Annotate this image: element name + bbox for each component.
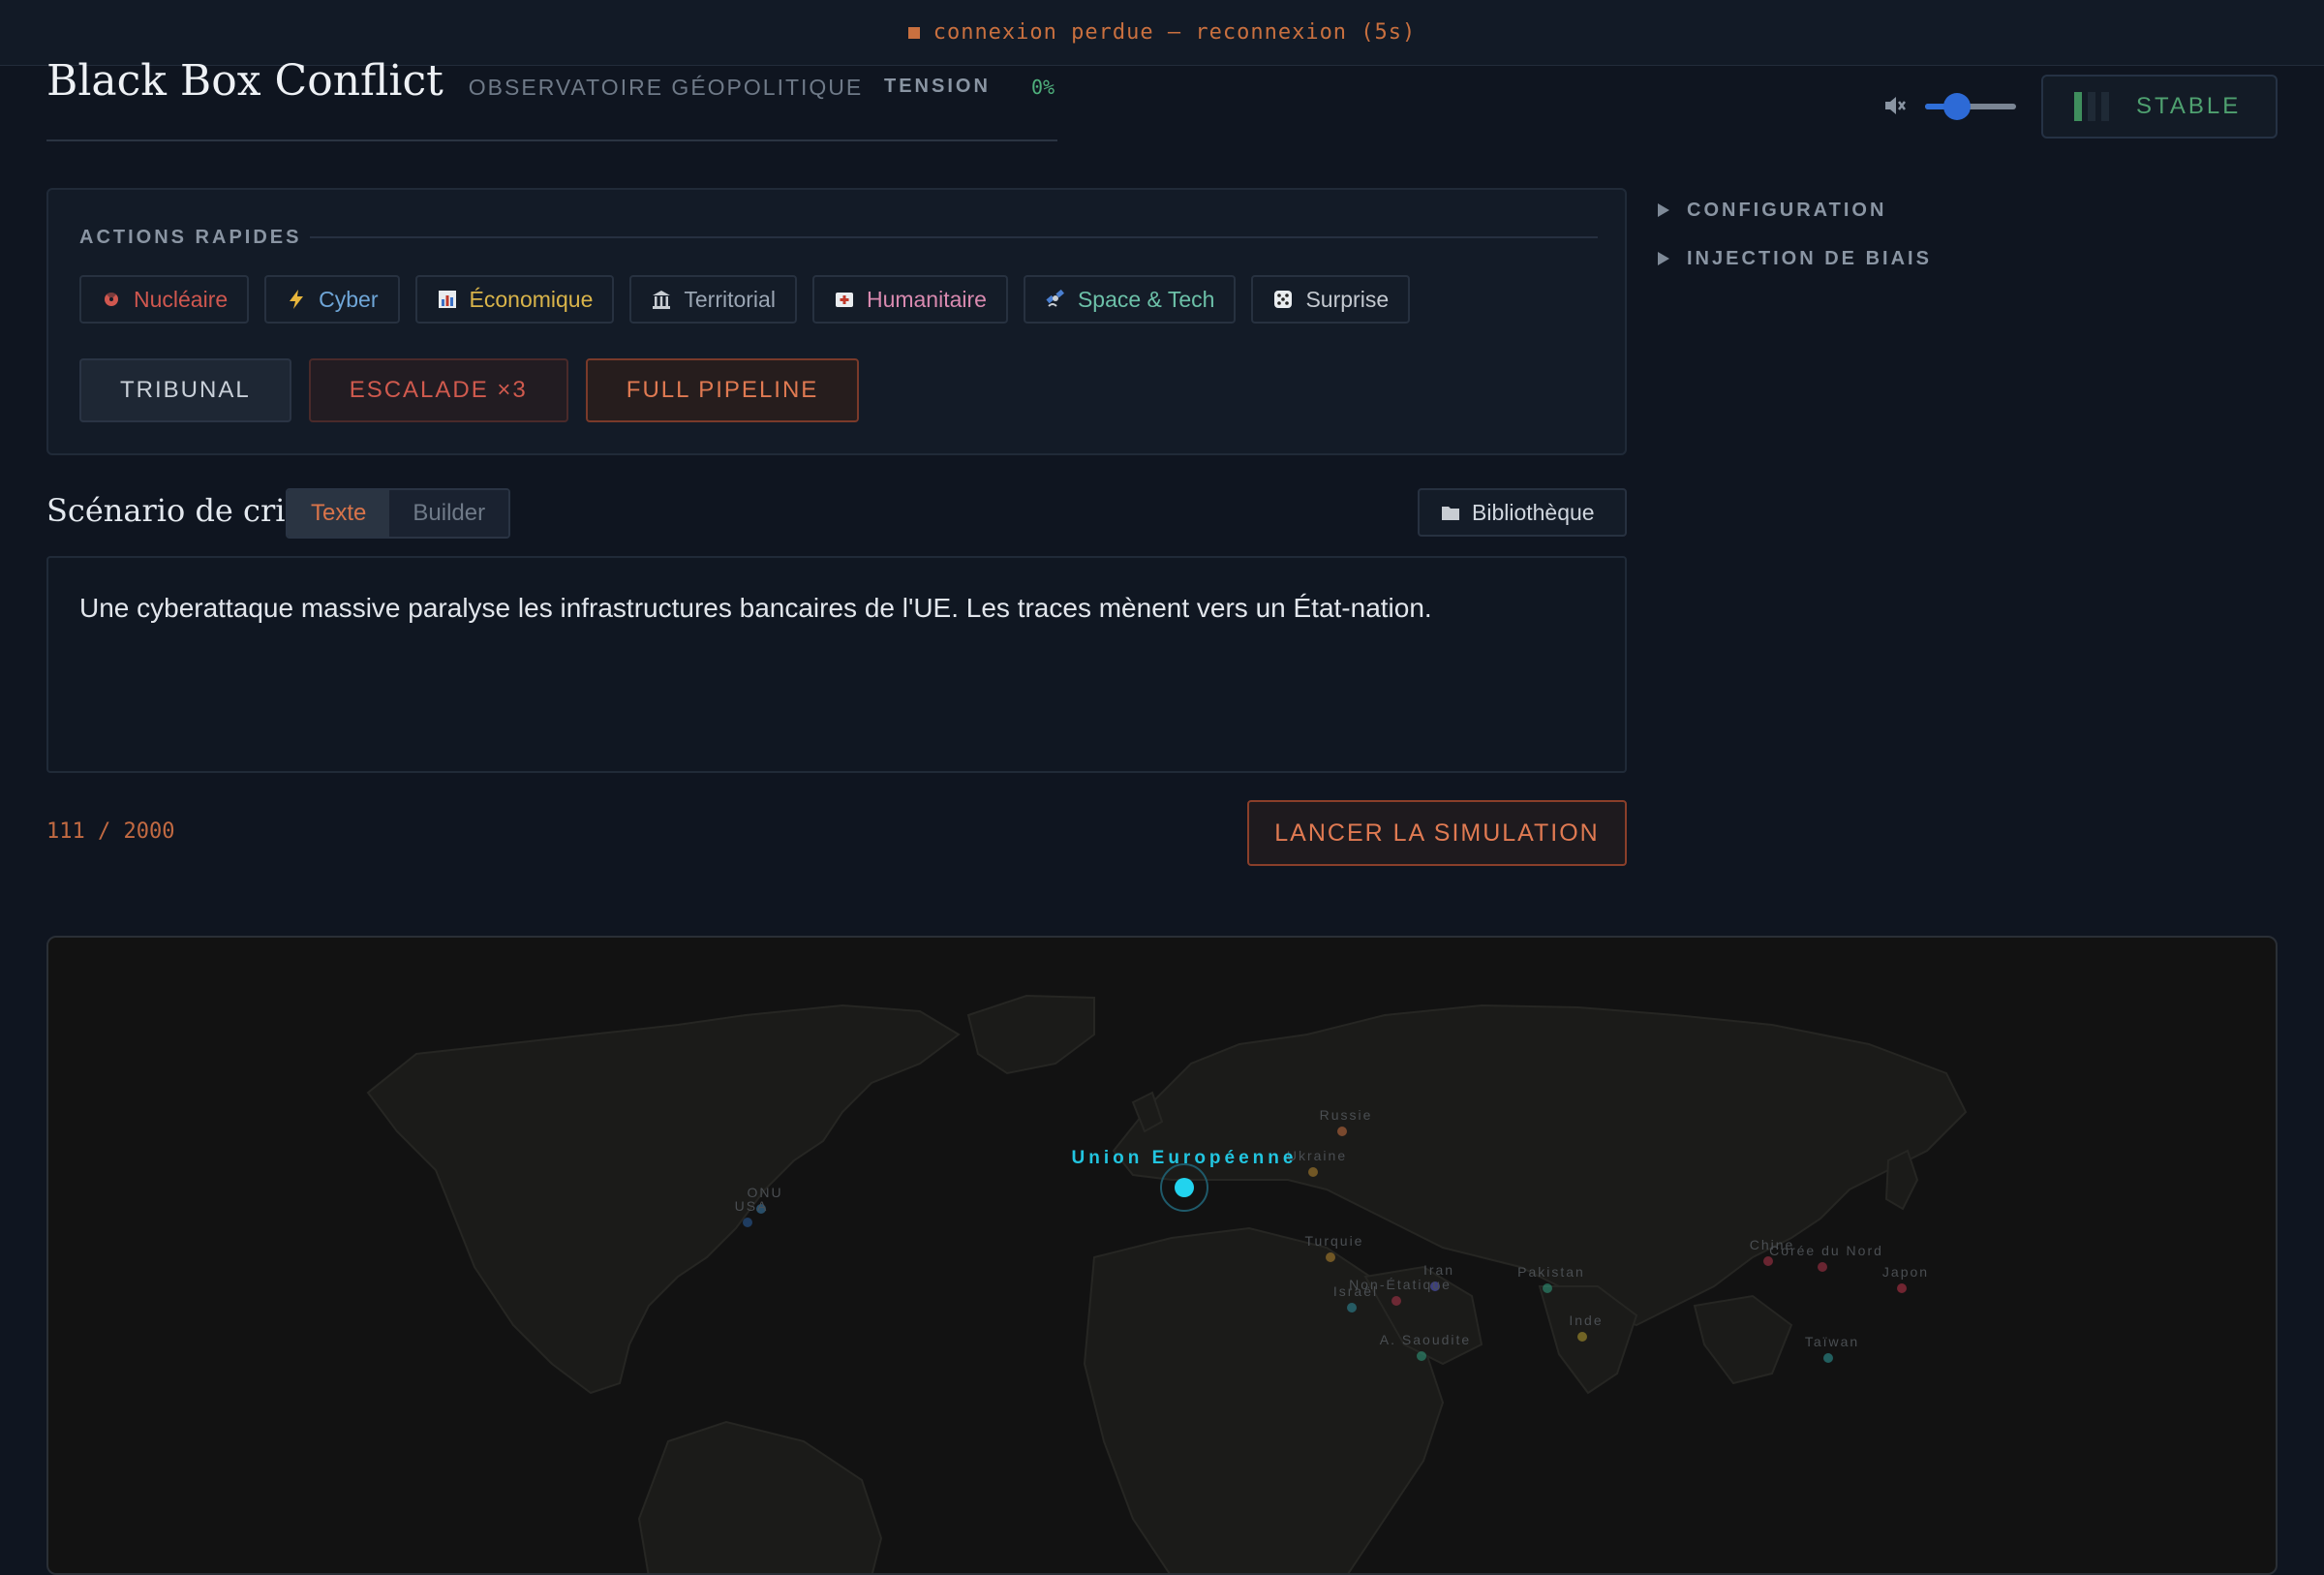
chip-label: Humanitaire bbox=[866, 286, 987, 312]
actor-marker[interactable] bbox=[1347, 1303, 1357, 1312]
tab-text[interactable]: Texte bbox=[288, 490, 390, 537]
launch-simulation-button[interactable]: LANCER LA SIMULATION bbox=[1247, 800, 1627, 866]
chip-label: Nucléaire bbox=[134, 286, 229, 312]
scenario-textarea[interactable]: Une cyberattaque massive paralyse les in… bbox=[46, 556, 1627, 773]
preset-humanitarian-button[interactable]: Humanitaire bbox=[811, 275, 1008, 324]
radiation-icon bbox=[101, 289, 122, 310]
dice-icon bbox=[1272, 289, 1294, 310]
scenario-text: Une cyberattaque massive paralyse les in… bbox=[79, 593, 1432, 623]
library-button[interactable]: Bibliothèque bbox=[1418, 488, 1627, 537]
north-america-shape bbox=[366, 1004, 961, 1395]
preset-territorial-button[interactable]: Territorial bbox=[629, 275, 797, 324]
scenario-mode-toggle: Texte Builder bbox=[286, 488, 511, 539]
level-bar bbox=[2088, 92, 2095, 121]
actor-label: Japon bbox=[1882, 1264, 1929, 1280]
chip-label: Space & Tech bbox=[1077, 286, 1215, 312]
actor-marker[interactable] bbox=[743, 1218, 752, 1227]
actor-label: Pakistan bbox=[1517, 1264, 1585, 1280]
actor-marker[interactable] bbox=[1391, 1296, 1401, 1306]
level-bar bbox=[2101, 92, 2109, 121]
quick-actions-divider bbox=[310, 236, 1598, 238]
actor-marker[interactable] bbox=[1897, 1283, 1907, 1293]
macro-button-row: TRIBUNAL ESCALADE ×3 FULL PIPELINE bbox=[79, 358, 860, 422]
actor-marker[interactable] bbox=[1543, 1283, 1552, 1293]
world-map-panel: Russie Ukraine ONU USA Turquie Iran Non-Étatiq… bbox=[46, 936, 2278, 1575]
tab-builder[interactable]: Builder bbox=[389, 490, 509, 537]
configuration-toggle[interactable]: CONFIGURATION bbox=[1658, 186, 1932, 234]
character-counter: 111 / 2000 bbox=[46, 819, 175, 844]
speaker-muted-icon[interactable] bbox=[1882, 93, 1908, 118]
quick-actions-title: ACTIONS RAPIDES bbox=[79, 227, 302, 248]
tension-value: 0% bbox=[1031, 76, 1055, 99]
caret-right-icon bbox=[1658, 252, 1669, 265]
tribunal-button[interactable]: TRIBUNAL bbox=[79, 358, 291, 422]
world-map[interactable]: RussieUkraineONUUSATurquieIranNon-Étatiq… bbox=[48, 938, 2278, 1575]
chip-label: Économique bbox=[469, 286, 594, 312]
actor-marker[interactable] bbox=[1823, 1353, 1833, 1363]
volume-slider[interactable] bbox=[1925, 93, 2016, 120]
actor-marker[interactable] bbox=[1337, 1127, 1347, 1136]
button-label: FULL PIPELINE bbox=[626, 377, 819, 403]
actor-marker[interactable] bbox=[1417, 1351, 1426, 1361]
preset-cyber-button[interactable]: Cyber bbox=[264, 275, 400, 324]
actor-marker[interactable] bbox=[1308, 1167, 1318, 1177]
greenland-shape bbox=[966, 994, 1095, 1075]
quick-actions-panel: ACTIONS RAPIDES Nucléaire Cyber Économiq… bbox=[46, 188, 1627, 455]
side-item-label: CONFIGURATION bbox=[1687, 199, 1887, 221]
chip-label: Territorial bbox=[684, 286, 776, 312]
tension-label: TENSION bbox=[884, 76, 991, 97]
building-icon bbox=[651, 289, 672, 310]
folder-icon bbox=[1441, 504, 1460, 521]
button-label: ESCALADE ×3 bbox=[349, 377, 528, 403]
focus-label: Union Européenne bbox=[1072, 1148, 1298, 1168]
satellite-icon bbox=[1045, 289, 1066, 310]
actor-label: Inde bbox=[1569, 1312, 1603, 1328]
chip-label: Surprise bbox=[1305, 286, 1390, 312]
status-badge: STABLE bbox=[2041, 75, 2278, 139]
actor-label: Russie bbox=[1320, 1107, 1373, 1123]
preset-chip-row: Nucléaire Cyber Économique Territorial H… bbox=[79, 275, 1411, 324]
side-item-label: INJECTION DE BIAIS bbox=[1687, 247, 1932, 269]
library-label: Bibliothèque bbox=[1472, 499, 1595, 525]
scenario-title: Scénario de crise bbox=[46, 492, 320, 529]
full-pipeline-button[interactable]: FULL PIPELINE bbox=[585, 358, 860, 422]
preset-nuclear-button[interactable]: Nucléaire bbox=[79, 275, 250, 324]
status-text: STABLE bbox=[2136, 93, 2242, 119]
brand: Black Box Conflict OBSERVATOIRE GÉOPOLIT… bbox=[46, 56, 863, 106]
actor-label: Israël bbox=[1333, 1283, 1378, 1299]
actor-label: A. Saoudite bbox=[1380, 1332, 1471, 1347]
actor-label: Taïwan bbox=[1805, 1334, 1859, 1349]
actor-marker[interactable] bbox=[1577, 1332, 1587, 1342]
side-menu: CONFIGURATION INJECTION DE BIAIS bbox=[1658, 186, 1932, 283]
first-aid-icon bbox=[834, 289, 855, 310]
tension-level-bars bbox=[2074, 92, 2109, 121]
volume-handle[interactable] bbox=[1942, 93, 1971, 120]
button-label: TRIBUNAL bbox=[120, 377, 251, 403]
actor-marker[interactable] bbox=[1818, 1262, 1827, 1272]
alert-square-icon bbox=[907, 26, 920, 39]
preset-surprise-button[interactable]: Surprise bbox=[1251, 275, 1411, 324]
actor-label: Turquie bbox=[1305, 1233, 1364, 1249]
connection-status-text: connexion perdue — reconnexion (5s) bbox=[933, 20, 1417, 45]
actor-label: USA bbox=[735, 1198, 769, 1214]
header-divider bbox=[46, 139, 1057, 141]
preset-space-tech-button[interactable]: Space & Tech bbox=[1023, 275, 1237, 324]
south-america-shape bbox=[637, 1420, 883, 1573]
preset-economic-button[interactable]: Économique bbox=[414, 275, 615, 324]
bar-chart-icon bbox=[437, 289, 458, 310]
bias-injection-toggle[interactable]: INJECTION DE BIAIS bbox=[1658, 234, 1932, 283]
app-title: Black Box Conflict bbox=[46, 56, 443, 106]
app-subtitle: OBSERVATOIRE GÉOPOLITIQUE bbox=[468, 75, 864, 100]
chip-label: Cyber bbox=[319, 286, 379, 312]
southeast-asia-shape bbox=[1693, 1294, 1793, 1385]
actor-label: Corée du Nord bbox=[1769, 1243, 1883, 1258]
escalate-x3-button[interactable]: ESCALADE ×3 bbox=[308, 358, 568, 422]
level-bar bbox=[2074, 92, 2082, 121]
lightning-icon bbox=[286, 289, 307, 310]
actor-label: Iran bbox=[1423, 1262, 1454, 1278]
japan-shape bbox=[1884, 1149, 1919, 1211]
caret-right-icon bbox=[1658, 203, 1669, 217]
actor-marker[interactable] bbox=[1326, 1252, 1335, 1262]
